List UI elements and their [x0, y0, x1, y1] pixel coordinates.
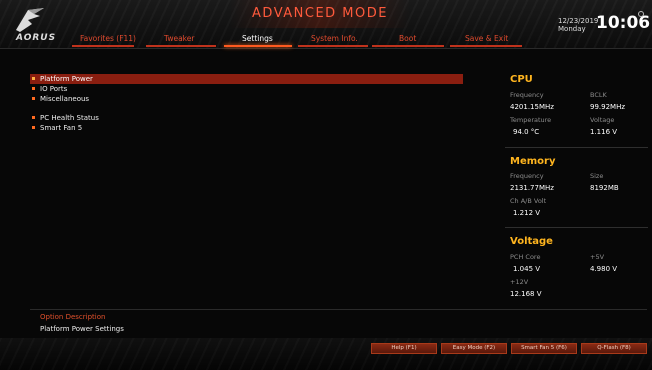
mode-title: ADVANCED MODE	[252, 6, 388, 21]
date-text: 12/23/2019	[558, 17, 599, 25]
description-divider	[30, 309, 647, 310]
pch-core-value: 1.045 V	[513, 265, 541, 273]
day-text: Monday	[558, 25, 586, 33]
menu-item-label: Miscellaneous	[40, 95, 90, 103]
tab-save-exit[interactable]: Save & Exit	[465, 34, 508, 43]
menu-item-pc-health-status[interactable]: PC Health Status	[30, 113, 463, 123]
plus5v-label: +5V	[590, 253, 605, 261]
cpu-frequency-label: Frequency	[510, 91, 544, 99]
hardware-monitor-panel: CPU Frequency BCLK 4201.15MHz 99.92MHz T…	[505, 70, 648, 310]
plus12v-value: 12.168 V	[510, 290, 542, 298]
menu-item-label: Smart Fan 5	[40, 124, 83, 132]
tab-system-info-underline	[298, 45, 368, 47]
memory-size-label: Size	[590, 172, 604, 180]
option-description-text: Platform Power Settings	[40, 325, 124, 333]
menu-item-smart-fan[interactable]: Smart Fan 5	[30, 123, 463, 133]
tab-settings[interactable]: Settings	[242, 34, 273, 43]
memory-divider	[505, 227, 648, 228]
tab-settings-underline	[224, 45, 292, 47]
tab-boot[interactable]: Boot	[399, 34, 416, 43]
cpu-frequency-value: 4201.15MHz	[510, 103, 554, 111]
memory-frequency-value: 2131.77MHz	[510, 184, 554, 192]
tab-favorites-underline	[72, 45, 134, 47]
memory-frequency-label: Frequency	[510, 172, 544, 180]
brand-name: AORUS	[16, 33, 57, 43]
cpu-bclk-label: BCLK	[590, 91, 607, 99]
qflash-button[interactable]: Q-Flash (F8)	[581, 343, 647, 354]
bullet-icon	[32, 87, 35, 90]
cpu-voltage-value: 1.116 V	[590, 128, 618, 136]
option-description-title: Option Description	[40, 313, 106, 321]
menu-item-platform-power[interactable]: Platform Power	[30, 74, 463, 84]
bullet-icon	[32, 97, 35, 100]
cpu-temperature-label: Temperature	[510, 116, 552, 124]
easy-mode-button[interactable]: Easy Mode (F2)	[441, 343, 507, 354]
menu-item-label: Platform Power	[40, 75, 93, 83]
tab-boot-underline	[372, 45, 444, 47]
cpu-temperature-value: 94.0 °C	[513, 128, 540, 136]
memory-size-value: 8192MB	[590, 184, 619, 192]
bullet-icon	[32, 126, 35, 129]
memory-chab-value: 1.212 V	[513, 209, 541, 217]
menu-item-label: PC Health Status	[40, 114, 99, 122]
cpu-divider	[505, 147, 648, 148]
cpu-voltage-label: Voltage	[590, 116, 615, 124]
cpu-section-title: CPU	[510, 74, 533, 85]
bullet-icon	[32, 77, 35, 80]
tab-tweaker[interactable]: Tweaker	[164, 34, 194, 43]
date-display: 12/23/2019 Monday	[558, 17, 598, 33]
memory-chab-label: Ch A/B Volt	[510, 197, 547, 205]
memory-section-title: Memory	[510, 156, 556, 167]
menu-item-io-ports[interactable]: IO Ports	[30, 84, 463, 94]
tab-tweaker-underline	[146, 45, 216, 47]
aorus-logo-icon	[16, 8, 44, 32]
voltage-section-title: Voltage	[510, 236, 553, 247]
menu-item-miscellaneous[interactable]: Miscellaneous	[30, 94, 463, 104]
bullet-icon	[32, 116, 35, 119]
clock-settings-icon[interactable]	[638, 11, 644, 17]
cpu-bclk-value: 99.92MHz	[590, 103, 626, 111]
pch-core-label: PCH Core	[510, 253, 541, 261]
plus12v-label: +12V	[510, 278, 529, 286]
tab-favorites[interactable]: Favorites (F11)	[80, 34, 136, 43]
tab-system-info[interactable]: System Info.	[311, 34, 358, 43]
plus5v-value: 4.980 V	[590, 265, 618, 273]
help-button[interactable]: Help (F1)	[371, 343, 437, 354]
tab-save-exit-underline	[450, 45, 522, 47]
smart-fan-button[interactable]: Smart Fan 5 (F6)	[511, 343, 577, 354]
menu-item-label: IO Ports	[40, 85, 68, 93]
